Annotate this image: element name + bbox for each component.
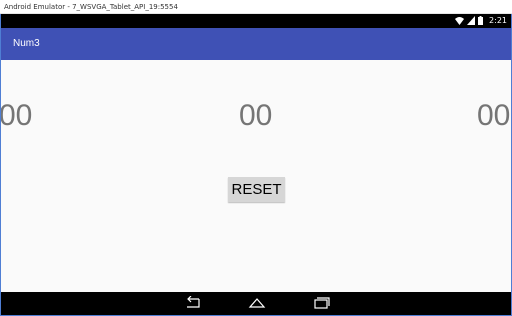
status-time: 2:21 [489, 16, 507, 25]
emulator-screen: 2:21 Num3 00 00 00 RESET [0, 14, 512, 316]
app-title: Num3 [13, 38, 40, 49]
main-content: 00 00 00 RESET [1, 60, 511, 292]
battery-icon [478, 16, 483, 25]
back-icon[interactable] [183, 296, 203, 310]
wifi-icon [455, 17, 464, 25]
app-bar: Num3 [1, 28, 511, 60]
navigation-bar [1, 292, 511, 315]
home-icon[interactable] [247, 296, 267, 310]
counter-right: 00 [477, 99, 511, 132]
status-icons [455, 16, 483, 25]
counter-left: 00 [0, 99, 33, 132]
reset-button[interactable]: RESET [228, 177, 285, 202]
counter-center: 00 [239, 99, 273, 132]
recents-icon[interactable] [311, 296, 331, 310]
window-titlebar: Android Emulator - 7_WSVGA_Tablet_API_19… [0, 0, 512, 14]
signal-icon [467, 16, 475, 25]
window-title: Android Emulator - 7_WSVGA_Tablet_API_19… [4, 3, 178, 11]
status-bar: 2:21 [1, 14, 511, 28]
